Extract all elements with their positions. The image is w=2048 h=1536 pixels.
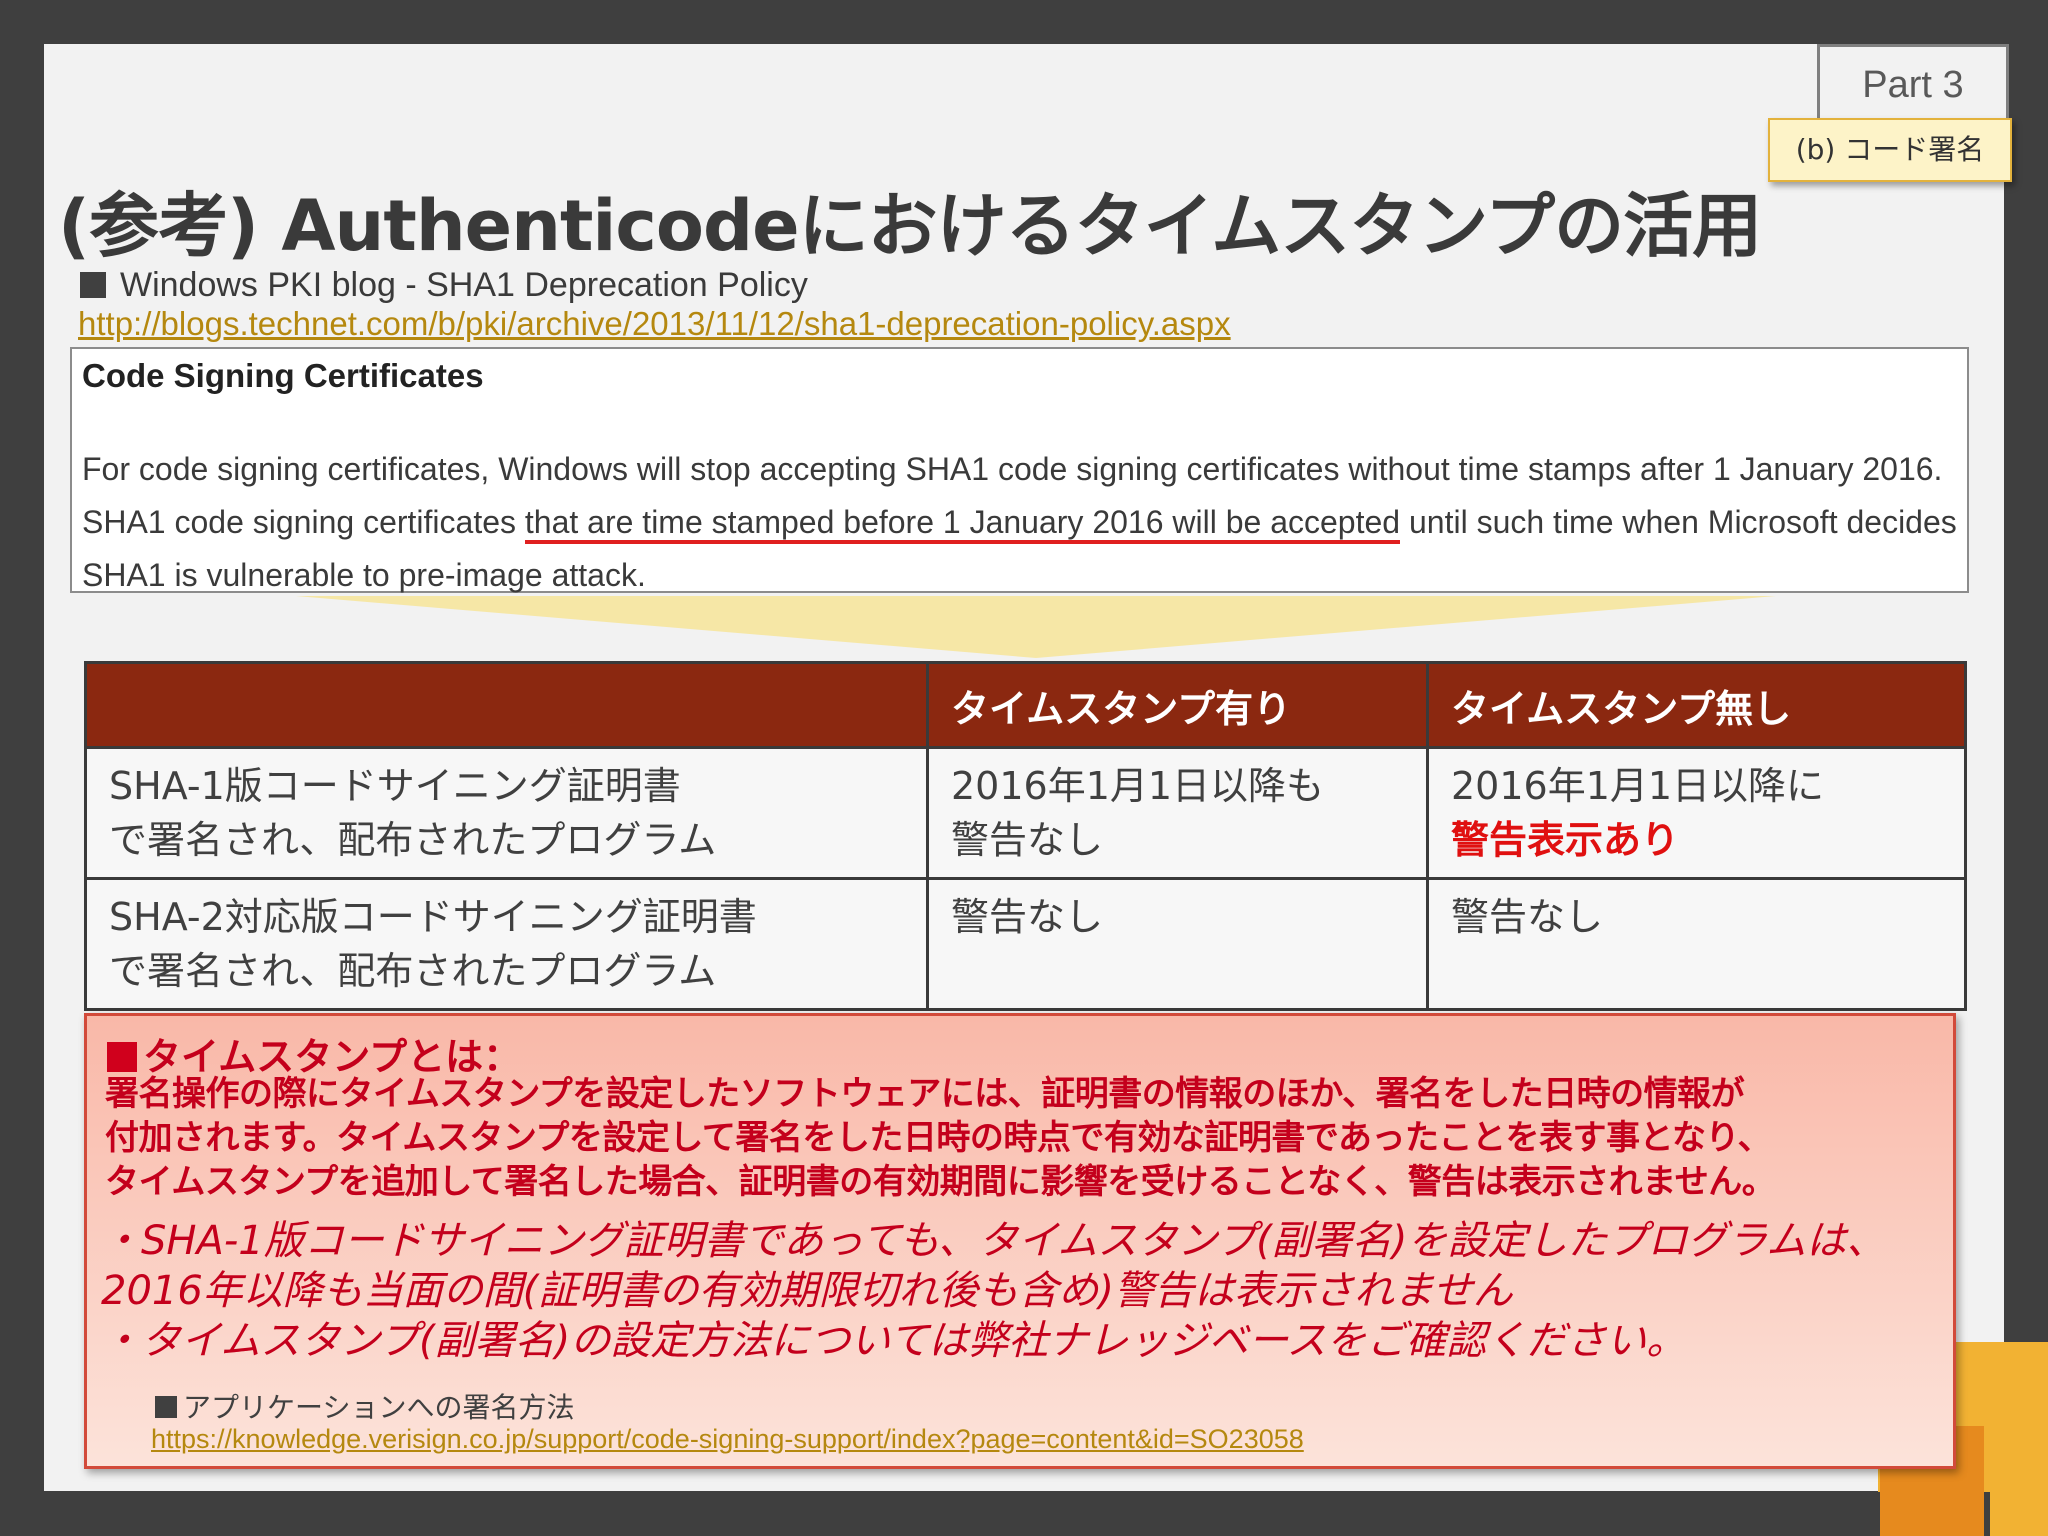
- table-row: SHA-1版コードサイニング証明書 で署名され、配布されたプログラム 2016年1…: [84, 746, 1967, 880]
- section-tag: (b) コード署名: [1768, 118, 2012, 182]
- cell-with-timestamp: 2016年1月1日以降も 警告なし: [926, 746, 1429, 880]
- method-label-text: アプリケーションへの署名方法: [183, 1391, 575, 1424]
- table-header-without-timestamp: タイムスタンプ無し: [1426, 661, 1967, 749]
- slide-title: (参考) Authenticodeにおけるタイムスタンプの活用: [58, 185, 1762, 267]
- warning-text: 警告表示あり: [1451, 818, 1680, 862]
- table-header-row: タイムスタンプ有り タイムスタンプ無し: [84, 661, 1967, 749]
- method-label: アプリケーションへの署名方法: [155, 1386, 574, 1426]
- blog-heading: Code Signing Certificates: [82, 357, 484, 394]
- table-row: SHA-2対応版コードサイニング証明書 で署名され、配布されたプログラム 警告なし…: [84, 877, 1967, 1011]
- source-label: Windows PKI blog - SHA1 Deprecation Poli…: [80, 266, 808, 305]
- square-bullet-icon: [155, 1396, 177, 1418]
- note-bullets: ・SHA-1版コードサイニング証明書であっても、タイムスタンプ(副署名)を設定し…: [101, 1218, 1887, 1364]
- timestamp-note-box: タイムスタンプとは： 署名操作の際にタイムスタンプを設定したソフトウェアには、証…: [84, 1013, 1956, 1469]
- square-bullet-icon: [107, 1042, 137, 1072]
- method-link[interactable]: https://knowledge.verisign.co.jp/support…: [151, 1424, 1304, 1455]
- comparison-table: タイムスタンプ有り タイムスタンプ無し SHA-1版コードサイニング証明書 で署名…: [84, 661, 1967, 1011]
- part-tab: Part 3: [1817, 44, 2009, 124]
- blog-body: For code signing certificates, Windows w…: [82, 443, 1959, 602]
- row-label: SHA-1版コードサイニング証明書 で署名され、配布されたプログラム: [84, 746, 929, 880]
- cell-without-timestamp: 警告なし: [1426, 877, 1967, 1011]
- blog-text-highlight: that are time stamped before 1 January 2…: [524, 504, 1401, 544]
- row-label: SHA-2対応版コードサイニング証明書 で署名され、配布されたプログラム: [84, 877, 929, 1011]
- note-text: 署名操作の際にタイムスタンプを設定したソフトウェアには、証明書の情報のほか、署名…: [105, 1074, 1776, 1202]
- cell-without-timestamp: 2016年1月1日以降に 警告表示あり: [1426, 746, 1967, 880]
- source-label-text: Windows PKI blog - SHA1 Deprecation Poli…: [120, 266, 808, 304]
- blog-excerpt-box: Code Signing Certificates For code signi…: [70, 347, 1969, 593]
- source-link[interactable]: http://blogs.technet.com/b/pki/archive/2…: [78, 305, 1231, 343]
- down-arrow-shape: [296, 596, 1776, 658]
- square-bullet-icon: [80, 272, 106, 298]
- corner-decoration: [1990, 1480, 2048, 1536]
- cell-with-timestamp: 警告なし: [926, 877, 1429, 1011]
- table-header-with-timestamp: タイムスタンプ有り: [926, 661, 1429, 749]
- table-header-empty: [84, 661, 929, 749]
